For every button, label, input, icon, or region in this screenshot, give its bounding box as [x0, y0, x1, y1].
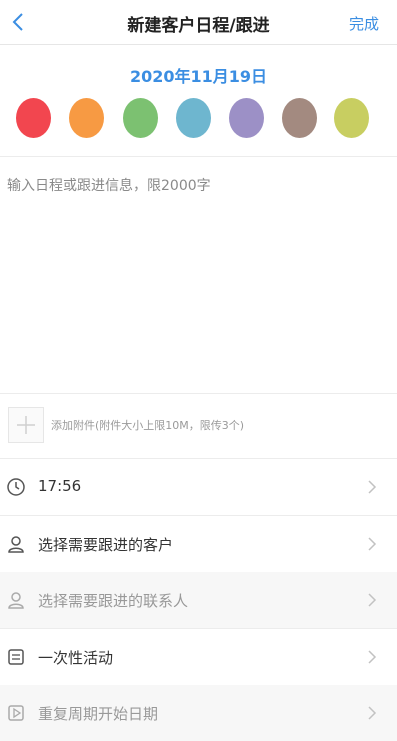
color-option-purple[interactable] — [229, 98, 264, 138]
color-option-blue[interactable] — [176, 98, 211, 138]
chevron-right-icon — [368, 650, 377, 664]
select-contact-label: 选择需要跟进的联系人 — [38, 592, 189, 610]
select-customer-label: 选择需要跟进的客户 — [38, 536, 174, 554]
chevron-right-icon — [368, 706, 377, 720]
repeat-start-date-row[interactable]: 重复周期开始日期 — [0, 685, 397, 741]
add-attachment-button[interactable] — [8, 407, 44, 443]
editor-area — [0, 157, 397, 392]
chevron-right-icon — [368, 480, 377, 494]
done-button[interactable]: 完成 — [349, 13, 379, 34]
attachment-hint: 添加附件(附件大小上限10M，限传3个) — [51, 419, 245, 432]
plus-icon — [17, 416, 35, 434]
activity-type-row[interactable]: 一次性活动 — [0, 629, 397, 685]
activity-type-label: 一次性活动 — [38, 649, 114, 667]
selected-date[interactable]: 2020年11月19日 — [0, 63, 397, 87]
time-label: 17:56 — [38, 477, 82, 495]
clock-icon — [7, 478, 25, 496]
repeat-start-date-label: 重复周期开始日期 — [38, 705, 159, 723]
play-icon — [8, 705, 24, 721]
chevron-right-icon — [368, 537, 377, 551]
select-contact-row[interactable]: 选择需要跟进的联系人 — [0, 572, 397, 628]
chevron-right-icon — [368, 593, 377, 607]
select-customer-row[interactable]: 选择需要跟进的客户 — [0, 516, 397, 572]
header-bar: 新建客户日程/跟进 完成 — [0, 0, 397, 45]
person-icon — [8, 592, 24, 609]
schedule-text-input[interactable] — [7, 175, 387, 375]
time-row[interactable]: 17:56 — [0, 459, 397, 515]
person-icon — [8, 536, 24, 553]
color-option-red[interactable] — [16, 98, 51, 138]
calendar-icon — [8, 649, 24, 665]
color-selector — [16, 98, 386, 138]
color-option-brown[interactable] — [282, 98, 317, 138]
page-title: 新建客户日程/跟进 — [127, 16, 270, 36]
attachment-row: 添加附件(附件大小上限10M，限传3个) — [0, 394, 397, 458]
color-option-orange[interactable] — [69, 98, 104, 138]
color-option-green[interactable] — [123, 98, 158, 138]
color-option-yellow-green[interactable] — [334, 98, 369, 138]
